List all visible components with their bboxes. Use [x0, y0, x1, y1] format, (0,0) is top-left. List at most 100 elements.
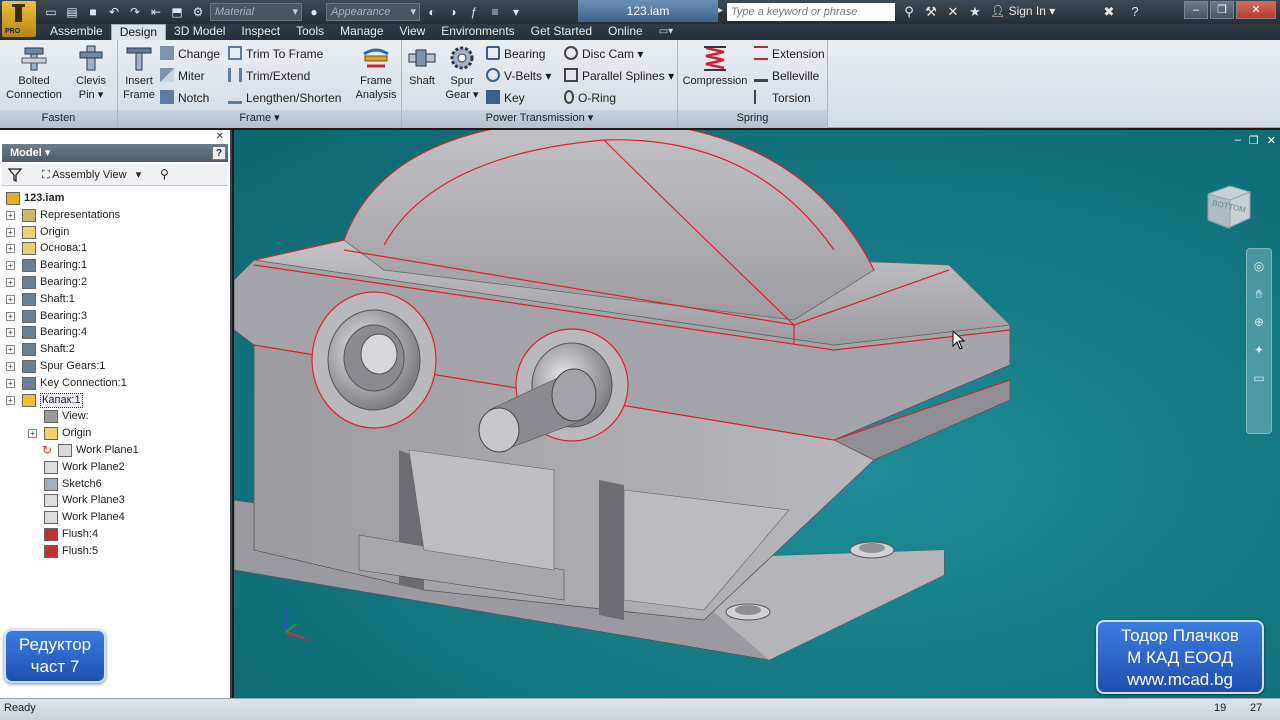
expand-toggle-icon[interactable]: +: [6, 311, 15, 321]
zoom-icon[interactable]: ⊕: [1251, 315, 1267, 331]
panel-title-frame[interactable]: Frame ▾: [118, 110, 401, 128]
ilogic-icon[interactable]: ≡: [486, 3, 504, 21]
close-icon[interactable]: ✕: [1267, 134, 1276, 147]
sign-in-button[interactable]: 👤︎ Sign In ▾: [990, 4, 1055, 18]
clear-appearance-icon[interactable]: ◐: [423, 3, 441, 21]
find-binoculars-icon[interactable]: ⚲: [160, 167, 169, 181]
tree-node[interactable]: + Bearing:1: [4, 257, 226, 274]
material-combo[interactable]: Material: [210, 3, 302, 21]
o-ring-button[interactable]: O-Ring: [564, 88, 616, 108]
redo-icon[interactable]: ↷: [126, 3, 144, 21]
expand-toggle-icon[interactable]: +: [6, 328, 15, 338]
favorites-star-icon[interactable]: ★: [966, 3, 984, 21]
title-arrow-icon[interactable]: ▸: [718, 5, 723, 16]
tree-node[interactable]: Work Plane3: [4, 492, 226, 509]
update-icon[interactable]: ⚙: [189, 3, 207, 21]
notch-button[interactable]: Notch: [160, 88, 209, 108]
expand-toggle-icon[interactable]: +: [6, 210, 15, 220]
qat-dropdown-icon[interactable]: ▾: [507, 3, 525, 21]
tab-design[interactable]: Design: [110, 24, 167, 40]
tab-assemble[interactable]: Assemble: [42, 24, 111, 40]
ribbon-options-icon[interactable]: ▭▾: [651, 24, 681, 40]
tree-node[interactable]: Flush:4: [4, 526, 226, 543]
tree-node[interactable]: + Основа:1: [4, 240, 226, 257]
tab-inspect[interactable]: Inspect: [233, 24, 288, 40]
tools-icon[interactable]: ⚒: [922, 3, 940, 21]
subscription-icon[interactable]: ✕: [944, 3, 962, 21]
expand-toggle-icon[interactable]: +: [6, 261, 15, 271]
expand-toggle-icon[interactable]: +: [6, 277, 15, 287]
fx-parameters-icon[interactable]: ƒ: [465, 3, 483, 21]
tree-node[interactable]: + Spur Gears:1: [4, 358, 226, 375]
binoculars-icon[interactable]: ⚲: [900, 3, 918, 21]
tab-manage[interactable]: Manage: [332, 24, 391, 40]
bolted-connection-button[interactable]: Bolted Connection: [3, 44, 65, 102]
insert-frame-button[interactable]: Insert Frame: [120, 44, 158, 102]
tree-node[interactable]: + Bearing:2: [4, 274, 226, 291]
trim-extend-button[interactable]: Trim/Extend: [228, 66, 310, 86]
return-icon[interactable]: ⇤: [147, 3, 165, 21]
help-icon[interactable]: ?: [1126, 3, 1144, 21]
open-icon[interactable]: ▤: [63, 3, 81, 21]
new-icon[interactable]: ▭: [42, 3, 60, 21]
tab-get-started[interactable]: Get Started: [523, 24, 600, 40]
undo-icon[interactable]: ↶: [105, 3, 123, 21]
select-mode-icon[interactable]: ⬒: [168, 3, 186, 21]
filter-icon[interactable]: [8, 168, 22, 182]
clevis-pin-button[interactable]: Clevis Pin ▾: [70, 44, 112, 102]
compression-spring-button[interactable]: Compression: [680, 44, 750, 88]
close-icon[interactable]: ✕: [216, 131, 224, 142]
tab-tools[interactable]: Tools: [288, 24, 332, 40]
tree-node[interactable]: ↻ Work Plane1: [4, 442, 226, 459]
tree-node[interactable]: Work Plane4: [4, 509, 226, 526]
tree-node[interactable]: View:: [4, 408, 226, 425]
torsion-spring-button[interactable]: Torsion: [754, 88, 811, 108]
change-button[interactable]: Change: [160, 44, 220, 64]
belleville-spring-button[interactable]: Belleville: [754, 66, 819, 86]
tree-node[interactable]: + Bearing:3: [4, 308, 226, 325]
pan-hand-icon[interactable]: ✋︎: [1251, 287, 1267, 303]
panel-title-power-transmission[interactable]: Power Transmission ▾: [402, 110, 677, 128]
tab-view[interactable]: View: [392, 24, 434, 40]
tree-node[interactable]: + Origin: [4, 224, 226, 241]
tree-node[interactable]: + Капак:1: [4, 392, 226, 409]
expand-toggle-icon[interactable]: +: [6, 361, 15, 371]
tree-node[interactable]: Sketch6: [4, 476, 226, 493]
key-button[interactable]: Key: [486, 88, 525, 108]
maximize-button[interactable]: ❐: [1210, 1, 1234, 19]
spur-gear-button[interactable]: Spur Gear ▾: [444, 44, 480, 102]
v-belts-button[interactable]: V-Belts ▾: [486, 66, 551, 86]
help-search-input[interactable]: Type a keyword or phrase: [727, 3, 895, 21]
minimize-button[interactable]: –: [1184, 1, 1208, 19]
look-at-icon[interactable]: ▭: [1251, 371, 1267, 387]
application-menu-button[interactable]: PRO: [2, 1, 36, 37]
expand-toggle-icon[interactable]: +: [6, 227, 15, 237]
viewcube[interactable]: BOTTOM: [1200, 178, 1254, 232]
tree-node[interactable]: + Key Connection:1: [4, 375, 226, 392]
tree-node[interactable]: + Bearing:4: [4, 324, 226, 341]
extension-spring-button[interactable]: Extension: [754, 44, 825, 64]
view-select[interactable]: ⛶ Assembly View ▾: [42, 167, 141, 183]
expand-toggle-icon[interactable]: +: [6, 378, 15, 388]
frame-analysis-button[interactable]: Frame Analysis: [352, 44, 400, 102]
expand-toggle-icon[interactable]: +: [6, 294, 15, 304]
steering-wheel-icon[interactable]: ◎: [1251, 259, 1267, 275]
orbit-icon[interactable]: ✦: [1251, 343, 1267, 359]
expand-toggle-icon[interactable]: +: [6, 244, 15, 254]
graphics-viewport[interactable]: – ❐ ✕ BOTTOM ◎ ✋︎ ⊕ ✦ ▭ Z X: [234, 130, 1280, 698]
tab-online[interactable]: Online: [600, 24, 651, 40]
parallel-splines-button[interactable]: Parallel Splines ▾: [564, 66, 674, 86]
lengthen-shorten-button[interactable]: Lengthen/Shorten: [228, 88, 341, 108]
gearbox-model[interactable]: [234, 130, 1280, 698]
exchange-icon[interactable]: ✖: [1100, 3, 1118, 21]
shaft-button[interactable]: Shaft: [404, 44, 440, 88]
miter-button[interactable]: Miter: [160, 66, 205, 86]
trim-to-frame-button[interactable]: Trim To Frame: [228, 44, 323, 64]
bearing-button[interactable]: Bearing: [486, 44, 545, 64]
browser-header[interactable]: Model ▾ ?: [2, 144, 228, 162]
tab-environments[interactable]: Environments: [433, 24, 522, 40]
expand-toggle-icon[interactable]: +: [28, 429, 37, 439]
tab-3d-model[interactable]: 3D Model: [166, 24, 233, 40]
tree-node[interactable]: + Shaft:2: [4, 341, 226, 358]
restore-icon[interactable]: ❐: [1249, 134, 1259, 147]
